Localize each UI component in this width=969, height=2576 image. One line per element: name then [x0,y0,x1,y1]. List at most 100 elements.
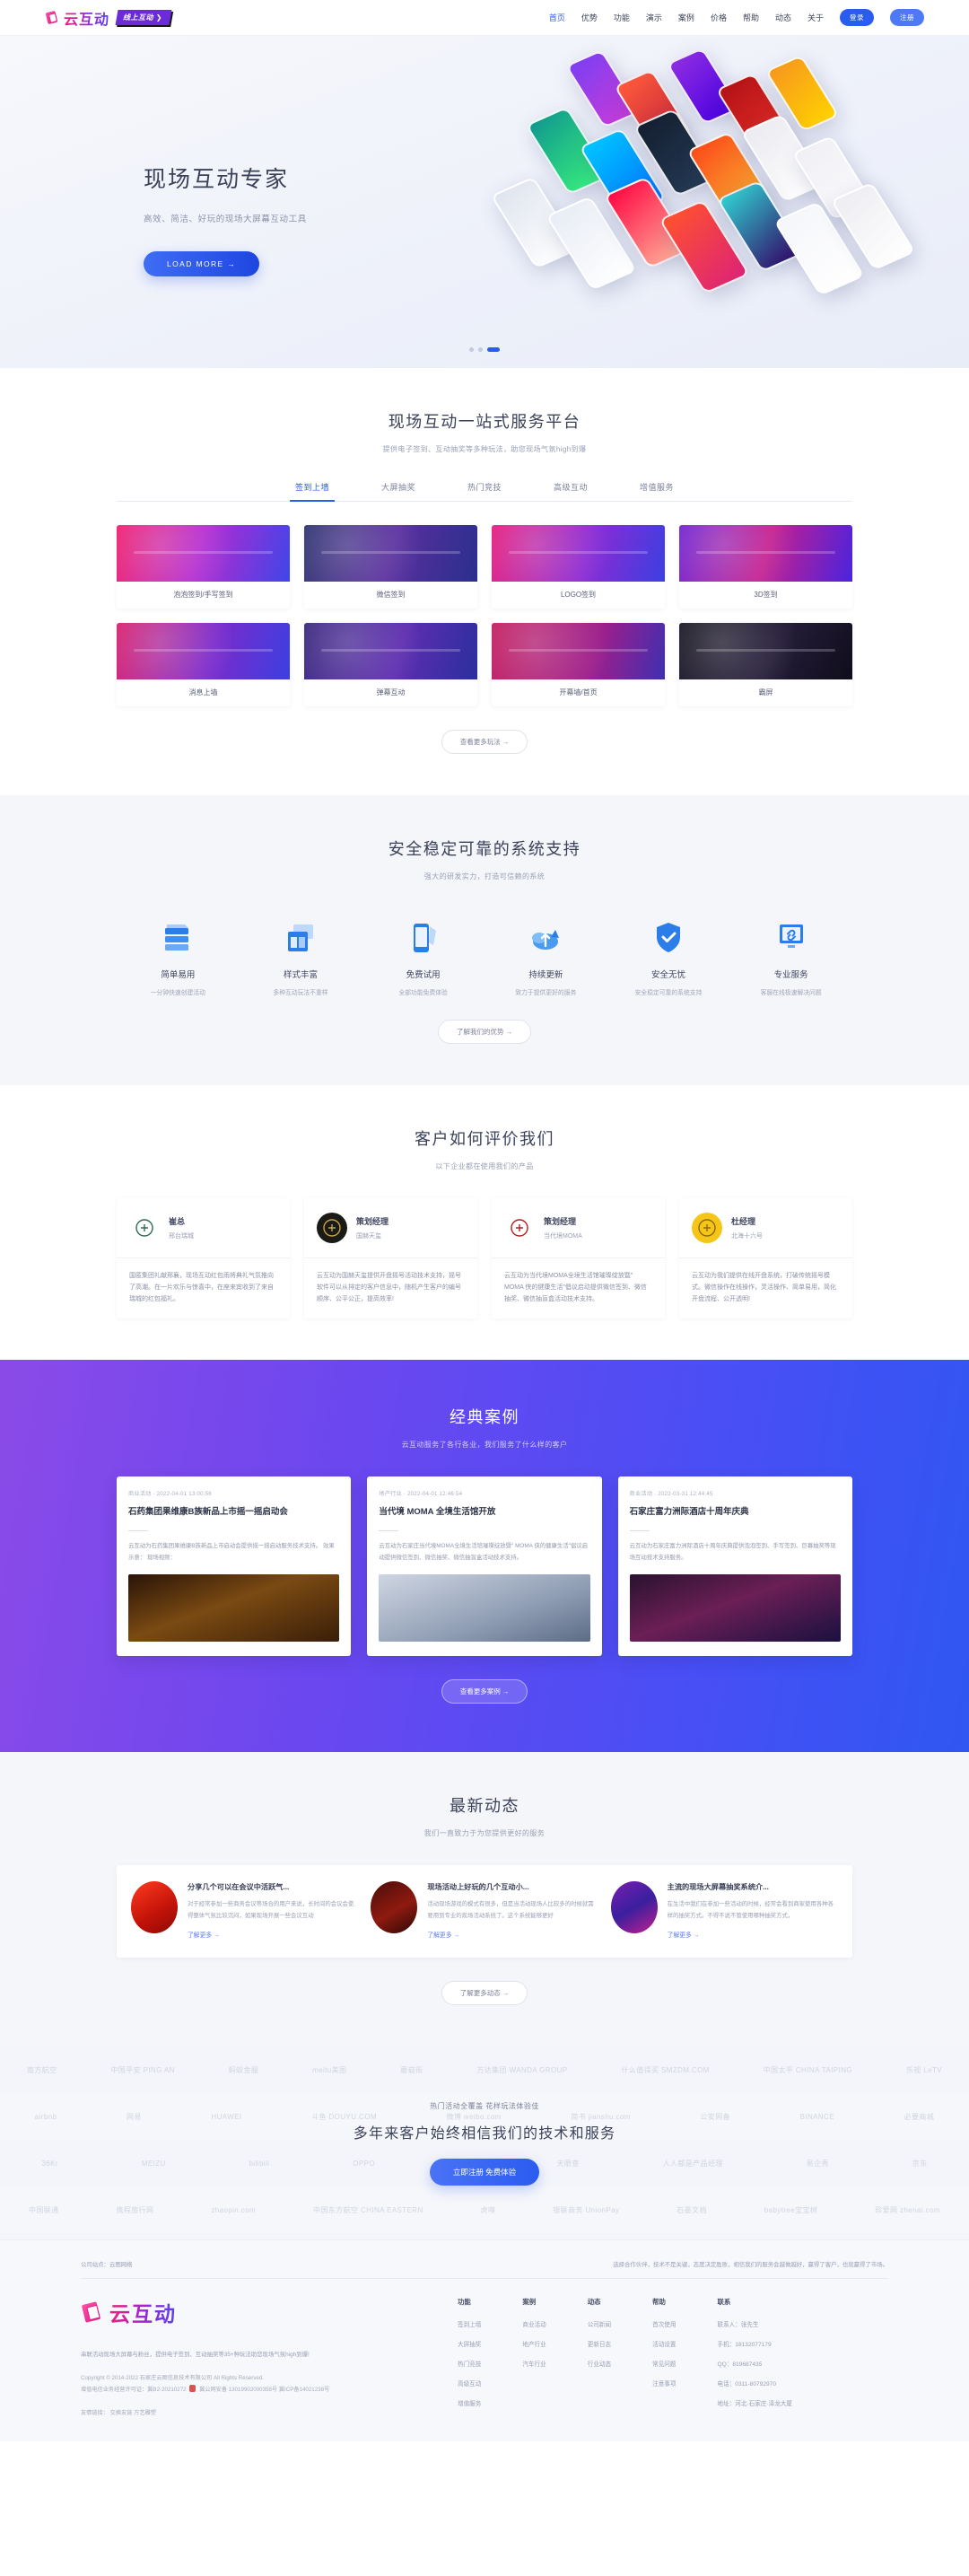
services-tab-1[interactable]: 大屏抽奖 [381,481,415,501]
footer-link[interactable]: 大屏抽奖 [458,2339,481,2348]
carousel-dot-3[interactable] [487,347,500,352]
features-section: 安全稳定可靠的系统支持 强大的研发实力，打造可信赖的系统 简单易用 一分钟快速创建… [0,795,969,1085]
service-card[interactable]: 霸屏 [679,623,852,706]
service-card-label: 开幕墙/首页 [559,688,598,697]
footer-link[interactable]: 高级互动 [458,2379,481,2388]
service-card-thumbnail [492,525,665,582]
news-more-link[interactable]: 了解更多 → [668,1930,700,1939]
footer-column-title: 联系 [717,2298,731,2306]
services-subtitle: 提供电子签到、互动抽奖等多种玩法，助您现场气氛high到爆 [382,445,587,453]
case-card[interactable]: 地产行业 · 2022-04-01 12:46:54 当代境 MOMA 全境生活馆… [367,1476,602,1657]
cases-more-button[interactable]: 查看更多案例 → [441,1679,528,1704]
testimonials-grid: 崔总 邢台瑞城 国匿集团礼献邢襄，现场互动红包雨将典礼气氛推向了高潮。在一片欢乐与惊… [117,1198,852,1319]
shield-check-icon [607,917,730,957]
testimonial-identity: 策划经理 当代境MOMA [544,1215,582,1240]
features-more-button[interactable]: 了解我们的优势 → [437,1020,532,1044]
footer-link[interactable]: QQ：819687435 [718,2359,793,2368]
service-card[interactable]: 3D签到 [679,525,852,609]
news-item[interactable]: 现场活动上好玩的几个互动小... 活动现场游戏的模式有很多，但是当活动现场人比较多… [371,1881,598,1941]
nav-item-7[interactable]: 动态 [775,12,791,23]
services-tab-0[interactable]: 签到上墙 [289,481,335,502]
footer-link[interactable]: 签到上墙 [458,2319,481,2328]
footer-link[interactable]: 商业活动 [522,2319,546,2328]
testimonial-org: 邢台瑞城 [169,1233,194,1240]
service-card[interactable]: LOGO签到 [492,525,665,609]
service-card[interactable]: 泡泡签到/手写签到 [117,525,290,609]
service-card-thumbnail [492,623,665,679]
case-desc: 云互动为石家庄富力洲际酒店十周年庆典提供泡泡签到、手写签到、巨幕抽奖等现场互动技… [629,1543,836,1561]
news-item[interactable]: 分享几个可以在会议中活跃气... 对于经常参加一些商务会议等场合的用户来说，长时间… [131,1881,358,1941]
news-more-button[interactable]: 了解更多动态 → [441,1981,528,2005]
register-button[interactable]: 注册 [890,9,924,26]
news-item[interactable]: 主流的现场大屏幕抽奖系统介... 在生活中我们在参加一些活动的时候，经常会看到商家… [610,1881,838,1941]
hero-subtitle: 高效、简洁、好玩的现场大屏幕互动工具 [144,215,307,224]
carousel-dot-2[interactable] [478,347,483,352]
footer-link[interactable]: 首次使用 [652,2319,676,2328]
service-card[interactable]: 消息上墙 [117,623,290,706]
footer-link[interactable]: 更新日志 [588,2339,611,2348]
case-desc: 云互动为石家庄当代境MOMA全境生活馆璀璨绽放暨" MOMA 侠的健康生活"倡议… [379,1543,589,1561]
nav-item-0[interactable]: 首页 [549,12,565,23]
footer-brand-logo[interactable]: 云互动 [81,2297,440,2327]
hero-carousel-dots[interactable] [469,347,500,352]
footer-link[interactable]: 活动设置 [652,2339,676,2348]
testimonial-card: 崔总 邢台瑞城 国匿集团礼献邢襄，现场互动红包雨将典礼气氛推向了高潮。在一片欢乐与惊… [117,1198,290,1319]
online-interaction-badge[interactable]: 线上互动 ❯ [115,10,172,25]
nav-item-8[interactable]: 关于 [808,12,824,23]
services-tab-3[interactable]: 高级互动 [554,481,588,501]
cloud-card-logo-icon [45,10,60,25]
case-divider [128,1530,148,1532]
footer-slogan: 串联活动现场大屏幕与粉丝，提供电子签到、互动抽奖等35+种玩法助您现场气氛hig… [81,2352,310,2358]
case-card[interactable]: 商业活动 · 2022-03-31 12:44:45 石家庄富力洲际酒店十周年庆典… [617,1476,852,1657]
footer-link[interactable]: 电话：0311-80792970 [718,2379,793,2388]
nav-item-5[interactable]: 价格 [711,12,727,23]
service-card-label: 霸屏 [758,688,773,697]
feature-title: 专业服务 [773,970,808,980]
footer-friend-values[interactable]: 交换友链 万艺雕塑 [110,2410,156,2416]
nav-item-3[interactable]: 演示 [646,12,662,23]
brand-logo[interactable]: 云互动 [45,7,109,29]
service-card-label: 微信签到 [376,591,406,599]
case-card[interactable]: 商业活动 · 2022-04-01 13:00:56 石药集团果维康B族新品上市摇… [117,1476,352,1657]
cta-title: 多年来客户始终相信我们的技术和服务 [353,2125,616,2142]
service-card-thumbnail [117,525,290,582]
nav-item-1[interactable]: 优势 [581,12,598,23]
service-card[interactable]: 弹幕互动 [304,623,477,706]
footer-link[interactable]: 增值服务 [458,2398,481,2407]
footer-link[interactable]: 地址：河北·石家庄·泽龙大厦 [718,2398,793,2407]
news-more-link[interactable]: 了解更多 → [427,1930,459,1939]
service-card[interactable]: 微信签到 [304,525,477,609]
news-more-link[interactable]: 了解更多 → [188,1930,220,1939]
features-title: 安全稳定可靠的系统支持 [388,840,581,858]
services-tab-4[interactable]: 增值服务 [640,481,674,501]
footer-link[interactable]: 常见问题 [652,2359,676,2368]
cta-register-button[interactable]: 立即注册 免费体验 [429,2158,540,2186]
footer-link[interactable]: 公司新闻 [588,2319,611,2328]
footer-link[interactable]: 联系人：张先生 [718,2319,793,2328]
footer-link[interactable]: 地产行业 [522,2339,546,2348]
services-tabs: 签到上墙 大屏抽奖 热门竞技 高级互动 增值服务 [117,481,852,502]
news-list: 分享几个可以在会议中活跃气... 对于经常参加一些商务会议等场合的用户来说，长时间… [117,1865,852,1958]
service-card[interactable]: 开幕墙/首页 [492,623,665,706]
carousel-dot-1[interactable] [469,347,474,352]
footer-link[interactable]: 注意事项 [652,2379,676,2388]
hero-load-more-button[interactable]: LOAD MORE → [144,251,260,276]
login-button[interactable]: 登录 [840,9,874,26]
nav-item-6[interactable]: 帮助 [743,12,759,23]
nav-item-4[interactable]: 案例 [678,12,694,23]
news-body: 分享几个可以在会议中活跃气... 对于经常参加一些商务会议等场合的用户来说，长时间… [188,1881,358,1941]
footer-link[interactable]: 行业动态 [588,2359,611,2368]
services-more-button[interactable]: 查看更多玩法 → [441,730,528,754]
footer-site-link[interactable]: 云图网络 [109,2262,133,2268]
nav-item-2[interactable]: 功能 [614,12,630,23]
footer-link[interactable]: 热门竞技 [458,2359,481,2368]
footer-tagline: 选择合作伙伴，技术不是关键，态度决定胜败，相信我们的服务会越做越好，赢得了客户，… [613,2262,888,2268]
footer-link[interactable]: 手机：18132077179 [718,2339,793,2348]
news-thumbnail [131,1881,178,1934]
footer-link[interactable]: 汽车行业 [522,2359,546,2368]
services-tab-2[interactable]: 热门竞技 [467,481,502,501]
hero-phone-collage [449,45,933,350]
service-card-label: 3D签到 [754,591,778,599]
feature-desc: 安全稳定可靠的系统支持 [634,990,703,996]
service-card-thumbnail [304,525,477,582]
